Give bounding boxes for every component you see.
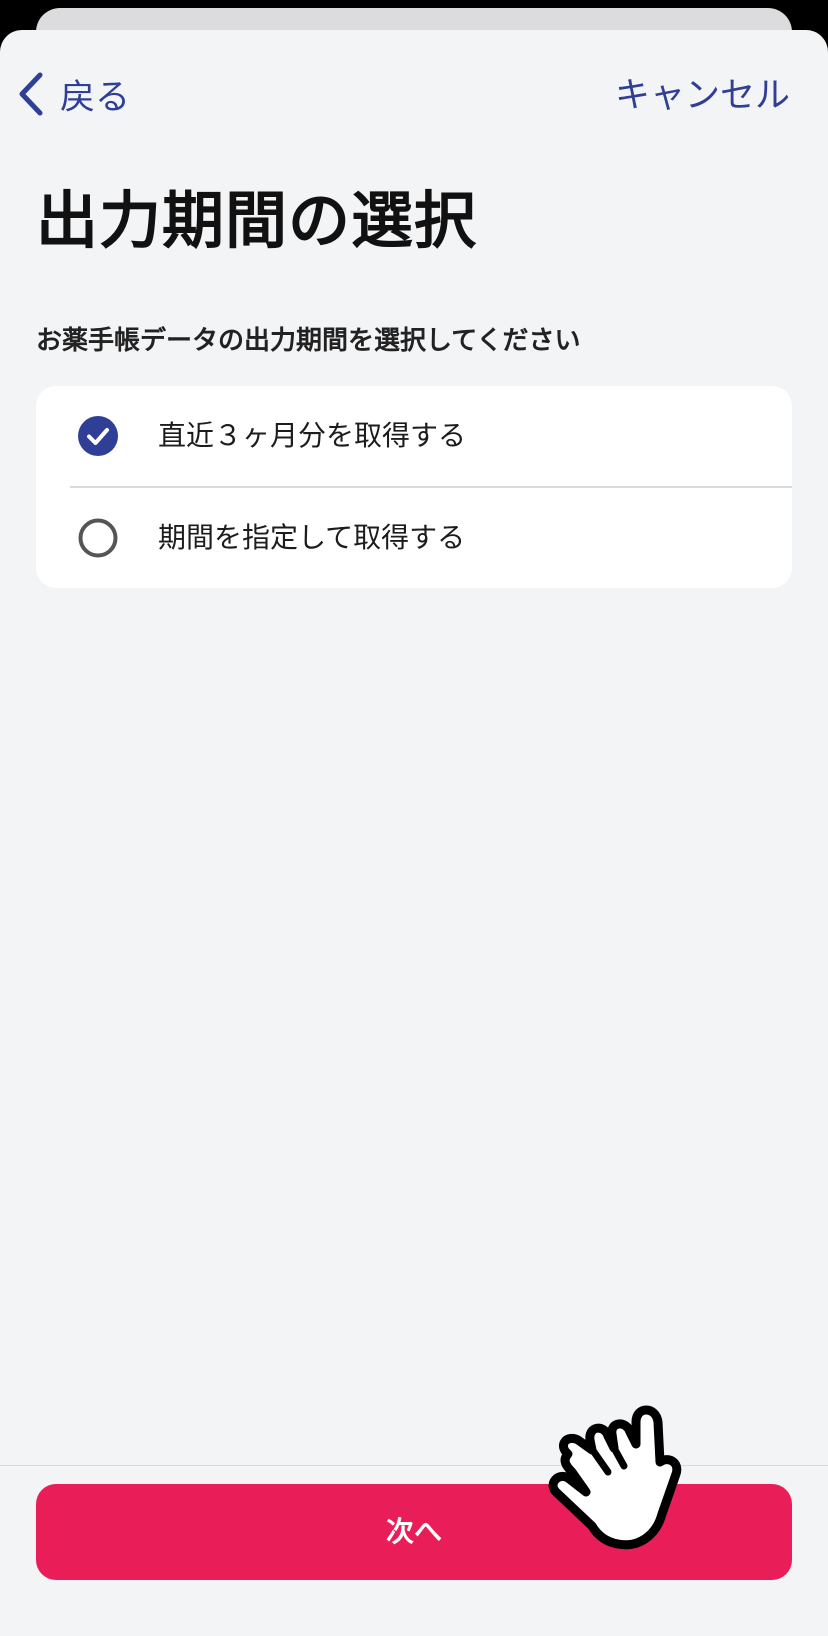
page-title: 出力期間の選択: [36, 184, 478, 257]
page-subtitle: お薬手帳データの出力期間を選択してください: [36, 326, 581, 356]
pointing-hand-icon: [548, 1396, 688, 1556]
option-custom-period[interactable]: 期間を指定して取得する: [36, 488, 792, 588]
back-label: 戻る: [60, 77, 131, 118]
option-label: 直近３ヶ月分を取得する: [158, 419, 467, 452]
modal-sheet: 戻る キャンセル 出力期間の選択 お薬手帳データの出力期間を選択してください 直…: [0, 30, 828, 1636]
chevron-left-icon: [16, 71, 46, 117]
back-button[interactable]: 戻る: [16, 66, 130, 122]
radio-empty-icon: [78, 518, 118, 558]
period-options-card: 直近３ヶ月分を取得する 期間を指定して取得する: [36, 386, 792, 588]
screen: 戻る キャンセル 出力期間の選択 お薬手帳データの出力期間を選択してください 直…: [0, 0, 828, 1636]
footer-divider: [0, 1465, 828, 1466]
option-last-3-months[interactable]: 直近３ヶ月分を取得する: [36, 386, 792, 486]
cancel-button[interactable]: キャンセル: [615, 68, 790, 124]
option-label: 期間を指定して取得する: [158, 521, 466, 554]
navigation-bar: 戻る キャンセル: [0, 30, 828, 150]
check-circle-icon: [78, 416, 118, 456]
